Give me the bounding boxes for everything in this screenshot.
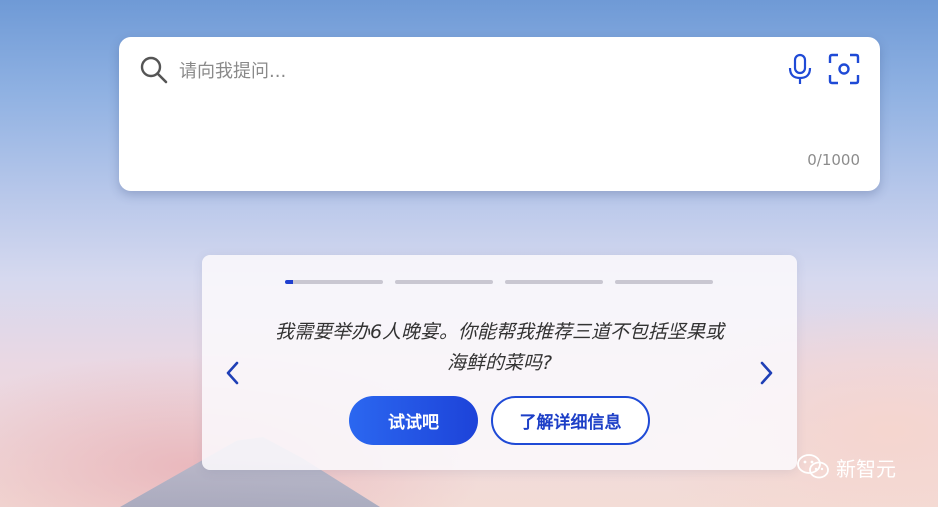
wechat-icon [797,454,829,479]
mic-icon[interactable] [787,53,813,87]
char-count: 0/1000 [807,151,860,169]
scan-icon[interactable] [827,52,861,86]
suggestion-card: 我需要举办6人晚宴。你能帮我推荐三道不包括坚果或海鲜的菜吗? 试试吧 了解详细信… [202,255,797,470]
try-it-button[interactable]: 试试吧 [349,396,478,445]
learn-more-button[interactable]: 了解详细信息 [491,396,650,445]
search-icon [140,56,168,84]
carousel-dot-1[interactable] [285,280,383,284]
search-input[interactable] [177,57,741,85]
watermark-text: 新智元 [836,456,896,481]
carousel-dot-2[interactable] [395,280,493,284]
carousel-dot-3[interactable] [505,280,603,284]
chevron-left-icon[interactable] [224,359,242,387]
suggestion-text: 我需要举办6人晚宴。你能帮我推荐三道不包括坚果或海鲜的菜吗? [274,321,725,374]
carousel-indicators [285,280,713,284]
carousel-dot-4[interactable] [615,280,713,284]
chevron-right-icon[interactable] [757,359,775,387]
search-box[interactable]: 0/1000 [119,37,880,191]
watermark: 新智元 [796,452,896,482]
